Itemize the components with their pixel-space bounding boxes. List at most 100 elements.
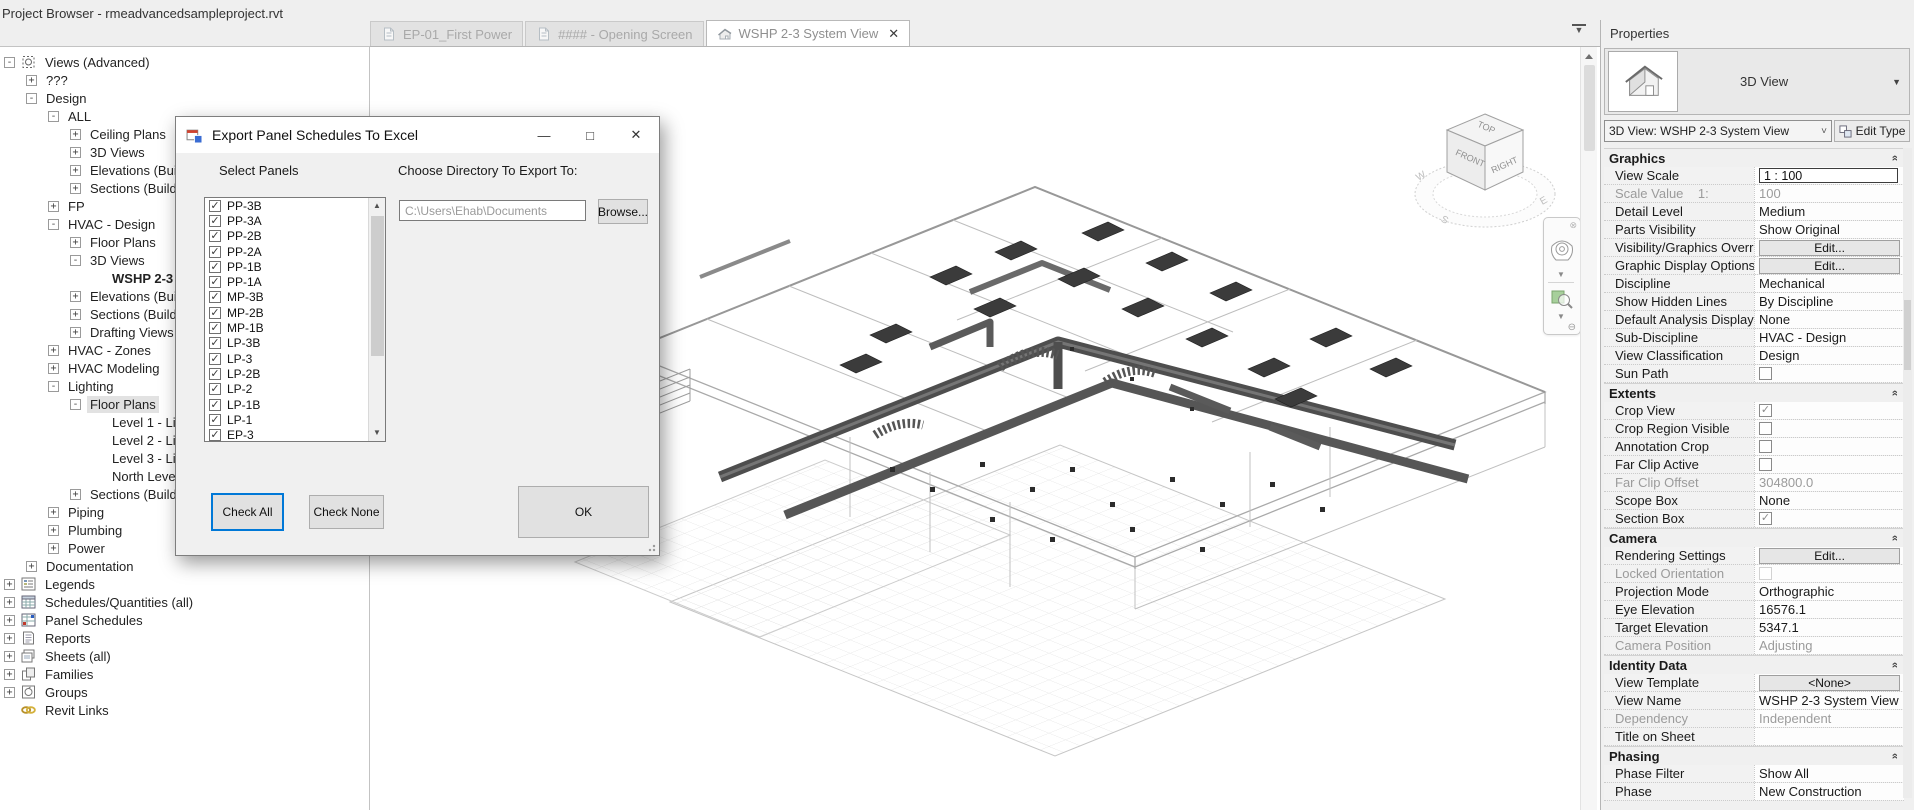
collapse-icon[interactable]: - <box>4 56 15 68</box>
panel-list-item[interactable]: ✓ PP-1B <box>205 259 385 274</box>
expand-icon[interactable]: + <box>70 146 81 158</box>
navbar-dropdown-icon[interactable]: ▼ <box>1557 270 1565 279</box>
property-value[interactable]: Adjusting <box>1754 637 1904 654</box>
panel-checkbox[interactable]: ✓ <box>209 337 221 350</box>
checkbox[interactable] <box>1759 440 1772 453</box>
property-value[interactable]: By Discipline <box>1754 293 1904 310</box>
expand-icon[interactable]: + <box>4 686 15 698</box>
property-value[interactable]: 16576.1 <box>1754 601 1904 618</box>
ok-button[interactable]: OK <box>518 486 649 538</box>
property-value[interactable]: Edit... <box>1754 547 1904 564</box>
edit-type-button[interactable]: Edit Type <box>1834 120 1910 142</box>
panel-list-item[interactable]: ✓ LP-1 <box>205 412 385 427</box>
view-tab[interactable]: #### - Opening Screen <box>525 21 704 46</box>
tree-item[interactable]: +??? <box>0 71 369 89</box>
tree-item[interactable]: - Design <box>0 89 369 107</box>
expand-icon[interactable]: + <box>48 506 59 518</box>
check-all-button[interactable]: Check All <box>211 493 284 531</box>
close-icon[interactable]: ✕ <box>613 117 659 153</box>
panel-list-item[interactable]: ✓ PP-2B <box>205 229 385 244</box>
instance-selector[interactable]: 3D View: WSHP 2-3 System View ˅ <box>1604 120 1832 142</box>
check-none-button[interactable]: Check None <box>309 495 384 529</box>
checkbox[interactable] <box>1759 567 1772 580</box>
checkbox[interactable]: ✓ <box>1759 404 1772 417</box>
property-value[interactable]: Design <box>1754 347 1904 364</box>
section-header[interactable]: Camera » <box>1604 528 1904 547</box>
expand-icon[interactable]: + <box>4 632 15 644</box>
checkbox[interactable]: ✓ <box>1759 512 1772 525</box>
resize-grip[interactable] <box>646 542 656 552</box>
scroll-up-icon[interactable] <box>1585 54 1593 59</box>
collapse-section-icon[interactable]: » <box>1889 662 1901 668</box>
property-value[interactable]: HVAC - Design <box>1754 329 1904 346</box>
property-value[interactable]: 5347.1 <box>1754 619 1904 636</box>
maximize-icon[interactable]: □ <box>567 117 613 153</box>
expand-icon[interactable]: + <box>70 290 81 302</box>
expand-icon[interactable]: + <box>70 182 81 194</box>
property-value[interactable]: Edit... <box>1754 257 1904 274</box>
panel-checkbox[interactable]: ✓ <box>209 398 221 411</box>
collapse-section-icon[interactable]: » <box>1889 155 1901 161</box>
section-header[interactable]: Graphics » <box>1604 148 1904 167</box>
collapse-section-icon[interactable]: » <box>1889 753 1901 759</box>
expand-icon[interactable]: + <box>48 524 59 536</box>
properties-scrollbar[interactable] <box>1903 148 1912 798</box>
tree-item[interactable]: Revit Links <box>0 701 369 719</box>
panel-checkbox[interactable]: ✓ <box>209 429 221 441</box>
tree-item[interactable]: + Sheets (all) <box>0 647 369 665</box>
panel-list-item[interactable]: ✓ LP-3 <box>205 351 385 366</box>
property-value[interactable] <box>1754 728 1904 745</box>
expand-icon[interactable]: + <box>70 488 81 500</box>
directory-field[interactable] <box>399 200 586 221</box>
chevron-down-icon[interactable]: ▼ <box>1892 77 1901 87</box>
property-value[interactable] <box>1754 456 1904 473</box>
panel-checkbox[interactable]: ✓ <box>209 245 221 258</box>
property-value[interactable]: <None> <box>1754 674 1904 691</box>
scroll-down-icon[interactable]: ▼ <box>369 425 385 441</box>
steering-wheel-icon[interactable] <box>1549 234 1575 264</box>
collapse-icon[interactable]: - <box>48 218 59 230</box>
property-value[interactable] <box>1754 420 1904 437</box>
type-selector[interactable]: 3D View ▼ <box>1604 48 1910 115</box>
expand-icon[interactable]: + <box>48 362 59 374</box>
expand-icon[interactable]: + <box>4 668 15 680</box>
edit-button[interactable]: Edit... <box>1759 547 1901 564</box>
zoom-dropdown-icon[interactable]: ▼ <box>1557 312 1565 321</box>
property-value[interactable] <box>1754 365 1904 382</box>
property-value[interactable]: None <box>1754 311 1904 328</box>
checkbox[interactable] <box>1759 422 1772 435</box>
scrollbar-thumb[interactable] <box>1904 300 1911 370</box>
panel-checkbox[interactable]: ✓ <box>209 260 221 273</box>
panel-list-item[interactable]: ✓ LP-1B <box>205 397 385 412</box>
panel-list-item[interactable]: ✓ LP-2 <box>205 382 385 397</box>
panel-checkbox[interactable]: ✓ <box>209 199 221 212</box>
panel-checkbox[interactable]: ✓ <box>209 230 221 243</box>
property-value[interactable]: New Construction <box>1754 783 1904 800</box>
dialog-title-bar[interactable]: Export Panel Schedules To Excel — □ ✕ <box>176 117 659 153</box>
expand-icon[interactable]: + <box>4 578 15 590</box>
panel-list-item[interactable]: ✓ MP-3B <box>205 290 385 305</box>
collapse-icon[interactable]: - <box>26 92 37 104</box>
tree-item[interactable]: + Reports <box>0 629 369 647</box>
panel-checkbox[interactable]: ✓ <box>209 291 221 304</box>
section-header[interactable]: Phasing » <box>1604 746 1904 765</box>
property-value[interactable]: ✓ <box>1754 402 1904 419</box>
property-value[interactable]: Mechanical <box>1754 275 1904 292</box>
property-value[interactable] <box>1754 438 1904 455</box>
expand-icon[interactable]: + <box>26 74 37 86</box>
panel-checkbox[interactable]: ✓ <box>209 413 221 426</box>
tree-item[interactable]: + Families <box>0 665 369 683</box>
collapse-section-icon[interactable]: » <box>1889 535 1901 541</box>
section-header[interactable]: Identity Data » <box>1604 655 1904 674</box>
navbar-close-icon[interactable]: ⊗ <box>1569 220 1577 231</box>
panel-checkbox[interactable]: ✓ <box>209 276 221 289</box>
property-value[interactable]: None <box>1754 492 1904 509</box>
panel-checkbox[interactable]: ✓ <box>209 383 221 396</box>
view-tab[interactable]: EP-01_First Power <box>370 21 524 46</box>
panel-list-item[interactable]: ✓ MP-2B <box>205 305 385 320</box>
property-value[interactable]: 304800.0 <box>1754 474 1904 491</box>
expand-icon[interactable]: + <box>70 308 81 320</box>
property-value[interactable]: Show Original <box>1754 221 1904 238</box>
tree-item[interactable]: + Groups <box>0 683 369 701</box>
property-value[interactable] <box>1754 565 1904 582</box>
